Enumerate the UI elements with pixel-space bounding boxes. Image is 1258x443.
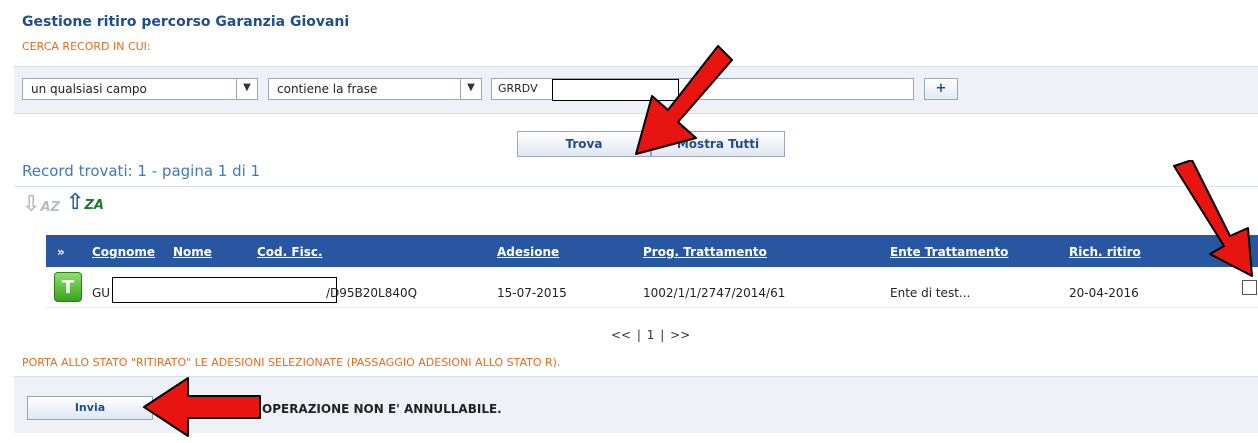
cell-prog-trattamento: 1002/1/1/2747/2014/61 <box>643 286 786 300</box>
column-header-ente-trattamento[interactable]: Ente Trattamento <box>890 245 1008 259</box>
column-header-cod-fisc[interactable]: Cod. Fisc. <box>257 245 323 259</box>
cell-rich-ritiro: 20-04-2016 <box>1069 286 1139 300</box>
search-heading: CERCA RECORD IN CUI: <box>22 40 151 53</box>
column-header-cognome[interactable]: Cognome <box>92 245 155 259</box>
add-condition-button[interactable]: + <box>924 78 958 100</box>
cell-ente-trattamento: Ente di test... <box>890 286 971 300</box>
bulk-action-instruction: PORTA ALLO STATO "RITIRATO" LE ADESIONI … <box>22 356 561 369</box>
condition-select[interactable]: contiene la frase ▼ <box>268 78 482 100</box>
field-select[interactable]: un qualsiasi campo ▼ <box>22 78 258 100</box>
annotation-arrow-find <box>635 45 733 155</box>
column-header-rich-ritiro[interactable]: Rich. ritiro <box>1069 245 1141 259</box>
search-input-value: GRRDV <box>498 82 538 95</box>
column-header-prog-trattamento[interactable]: Prog. Trattamento <box>643 245 767 259</box>
annotation-arrow-send <box>143 377 261 437</box>
annotation-arrow-checkbox <box>1173 160 1253 277</box>
expand-column-header[interactable]: » <box>57 245 65 259</box>
irreversible-warning: OPERAZIONE NON E' ANNULLABILE. <box>262 402 502 416</box>
divider <box>14 186 1258 187</box>
row-select-checkbox[interactable] <box>1242 280 1257 295</box>
field-select-value: un qualsiasi campo <box>31 82 147 96</box>
cell-cognome: GU <box>92 286 111 300</box>
sort-descending-icon[interactable]: ⇧ZA <box>66 190 104 215</box>
chevron-down-icon[interactable]: ▼ <box>460 79 481 99</box>
column-header-adesione[interactable]: Adesione <box>497 245 559 259</box>
results-summary: Record trovati: 1 - pagina 1 di 1 <box>22 162 261 180</box>
column-header-nome[interactable]: Nome <box>173 245 212 259</box>
send-button[interactable]: Invia <box>27 396 153 420</box>
chevron-down-icon[interactable]: ▼ <box>236 79 257 99</box>
redaction-box <box>112 277 337 303</box>
status-badge[interactable]: T <box>54 272 82 302</box>
sort-ascending-icon[interactable]: ⇩AZ <box>22 192 60 217</box>
cell-cod-fisc: /D95B20L840Q <box>326 286 418 300</box>
page-title: Gestione ritiro percorso Garanzia Giovan… <box>22 14 350 30</box>
pagination[interactable]: << | 1 | >> <box>611 328 690 342</box>
cell-adesione: 15-07-2015 <box>497 286 567 300</box>
condition-select-value: contiene la frase <box>277 82 378 96</box>
